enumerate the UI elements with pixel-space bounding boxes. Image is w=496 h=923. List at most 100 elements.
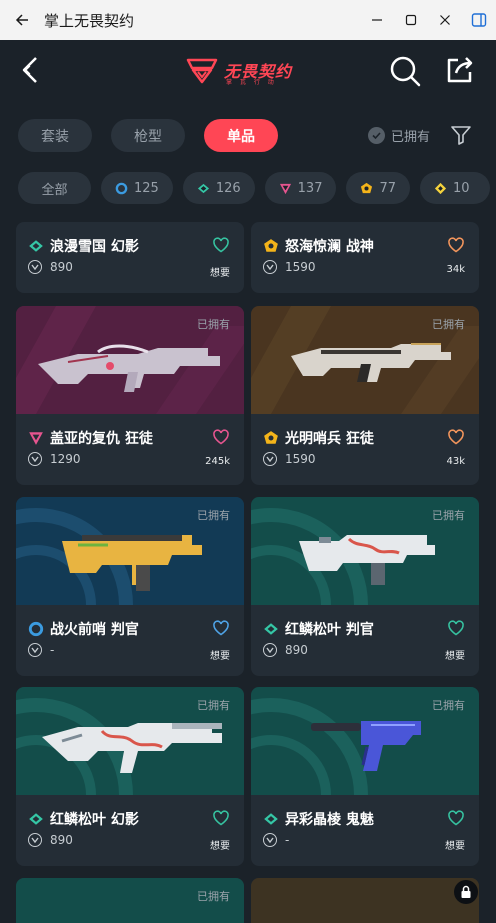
like-count: 245k bbox=[205, 456, 230, 467]
item-name: 浪漫雪国 幻影 bbox=[50, 239, 139, 255]
deluxe-tier-icon bbox=[29, 813, 43, 825]
vp-currency-icon bbox=[28, 452, 42, 466]
share-button[interactable] bbox=[444, 54, 476, 86]
lock-button[interactable] bbox=[454, 880, 478, 904]
like-count: 34k bbox=[446, 264, 465, 275]
close-button[interactable] bbox=[428, 0, 462, 40]
vp-currency-icon bbox=[28, 643, 42, 657]
tab-bundles[interactable]: 套装 bbox=[18, 119, 92, 152]
item-card[interactable]: 浪漫雪国 幻影 890 想要 bbox=[16, 222, 244, 293]
owned-badge: 已拥有 bbox=[197, 890, 230, 903]
tier-chips: 全部 125 126 137 77 10 bbox=[18, 172, 491, 204]
item-price: 1590 bbox=[285, 452, 316, 466]
chip-deluxe-tier[interactable]: 126 bbox=[182, 172, 255, 204]
window-back-button[interactable] bbox=[0, 0, 44, 40]
logo-subtitle: 掌 瓦 行 动 bbox=[226, 79, 277, 86]
item-card[interactable]: 已拥有 战火前哨 判官 - 想要 bbox=[16, 497, 244, 676]
app-header: 无畏契约 掌 瓦 行 动 bbox=[0, 40, 496, 100]
item-name: 红鳞松叶 幻影 bbox=[50, 812, 139, 828]
owned-badge: 已拥有 bbox=[197, 699, 230, 712]
sidebar-toggle-button[interactable] bbox=[462, 0, 496, 40]
chip-label: 77 bbox=[379, 180, 397, 196]
deluxe-tier-icon bbox=[264, 623, 278, 635]
item-name: 怒海惊澜 战神 bbox=[285, 239, 374, 255]
heart-icon[interactable] bbox=[447, 809, 465, 827]
item-card[interactable]: 已拥有 红鳞松叶 判官 890 想要 bbox=[251, 497, 479, 676]
heart-icon[interactable] bbox=[212, 809, 230, 827]
like-count: 想要 bbox=[210, 841, 230, 852]
heart-icon[interactable] bbox=[212, 236, 230, 254]
item-price: 890 bbox=[50, 260, 73, 274]
maximize-icon bbox=[405, 14, 417, 26]
heart-icon[interactable] bbox=[447, 236, 465, 254]
heart-icon[interactable] bbox=[212, 619, 230, 637]
heart-icon[interactable] bbox=[447, 428, 465, 446]
owned-badge: 已拥有 bbox=[432, 318, 465, 331]
premium-tier-icon bbox=[279, 183, 291, 194]
like-count: 想要 bbox=[210, 268, 230, 279]
lock-icon bbox=[461, 885, 471, 898]
owned-filter-toggle[interactable]: 已拥有 bbox=[368, 126, 430, 145]
item-card[interactable] bbox=[251, 878, 479, 923]
minimize-icon bbox=[372, 19, 382, 21]
chip-premium-tier[interactable]: 137 bbox=[264, 172, 337, 204]
filter-button[interactable] bbox=[450, 124, 472, 146]
ultra-tier-icon bbox=[434, 182, 447, 194]
item-name: 战火前哨 判官 bbox=[50, 622, 139, 638]
chip-all[interactable]: 全部 bbox=[18, 172, 91, 204]
tab-single-items[interactable]: 单品 bbox=[204, 119, 278, 152]
chip-select-tier[interactable]: 125 bbox=[101, 172, 173, 204]
deluxe-tier-icon bbox=[264, 813, 278, 825]
share-icon bbox=[447, 57, 473, 83]
item-price: 890 bbox=[50, 833, 73, 847]
item-price: 1290 bbox=[50, 452, 81, 466]
deluxe-tier-icon bbox=[29, 240, 43, 252]
heart-icon[interactable] bbox=[447, 619, 465, 637]
funnel-icon bbox=[451, 126, 471, 145]
select-tier-icon bbox=[115, 182, 128, 194]
item-price: 1590 bbox=[285, 260, 316, 274]
item-card[interactable]: 已拥有 光明哨兵 狂徒 1590 43k bbox=[251, 306, 479, 485]
owned-badge: 已拥有 bbox=[197, 318, 230, 331]
maximize-button[interactable] bbox=[394, 0, 428, 40]
item-card[interactable]: 已拥有 异彩晶棱 鬼魅 - 想要 bbox=[251, 687, 479, 866]
premium-tier-icon bbox=[29, 432, 43, 445]
item-price: 890 bbox=[285, 643, 308, 657]
select-tier-icon bbox=[28, 621, 44, 637]
owned-badge: 已拥有 bbox=[197, 509, 230, 522]
like-count: 想要 bbox=[210, 651, 230, 662]
deluxe-tier-icon bbox=[197, 183, 209, 193]
heart-icon[interactable] bbox=[212, 428, 230, 446]
tab-weapon-types[interactable]: 枪型 bbox=[111, 119, 185, 152]
category-tabs: 套装 枪型 单品 bbox=[18, 119, 278, 152]
vp-currency-icon bbox=[263, 833, 277, 847]
back-button[interactable] bbox=[16, 54, 48, 86]
item-card[interactable]: 已拥有 盖亚的复仇 狂徒 1290 245k bbox=[16, 306, 244, 485]
item-card[interactable]: 已拥有 bbox=[16, 878, 244, 923]
chip-label: 全部 bbox=[41, 182, 68, 198]
like-count: 43k bbox=[446, 456, 465, 467]
item-name: 盖亚的复仇 狂徒 bbox=[50, 431, 153, 447]
arrow-left-icon bbox=[15, 14, 28, 26]
minimize-button[interactable] bbox=[360, 0, 394, 40]
sidebar-panel-icon bbox=[471, 13, 487, 27]
chip-ultra-tier[interactable]: 10 bbox=[420, 172, 491, 204]
search-button[interactable] bbox=[388, 54, 422, 88]
item-name: 红鳞松叶 判官 bbox=[285, 622, 374, 638]
exclusive-tier-icon bbox=[264, 239, 278, 252]
item-card[interactable]: 已拥有 红鳞松叶 幻影 890 想要 bbox=[16, 687, 244, 866]
item-card[interactable]: 怒海惊澜 战神 1590 34k bbox=[251, 222, 479, 293]
like-count: 想要 bbox=[445, 841, 465, 852]
window-titlebar: 掌上无畏契约 bbox=[0, 0, 496, 40]
chip-exclusive-tier[interactable]: 77 bbox=[346, 172, 411, 204]
vp-currency-icon bbox=[263, 260, 277, 274]
chip-label: 10 bbox=[453, 180, 470, 196]
like-count: 想要 bbox=[445, 651, 465, 662]
window-title: 掌上无畏契约 bbox=[44, 11, 135, 30]
check-icon bbox=[368, 127, 385, 144]
item-price: - bbox=[285, 833, 290, 847]
owned-filter-label: 已拥有 bbox=[391, 130, 431, 145]
weapon-art-partial bbox=[251, 878, 479, 923]
exclusive-tier-icon bbox=[361, 182, 373, 193]
chip-label: 125 bbox=[134, 180, 159, 196]
